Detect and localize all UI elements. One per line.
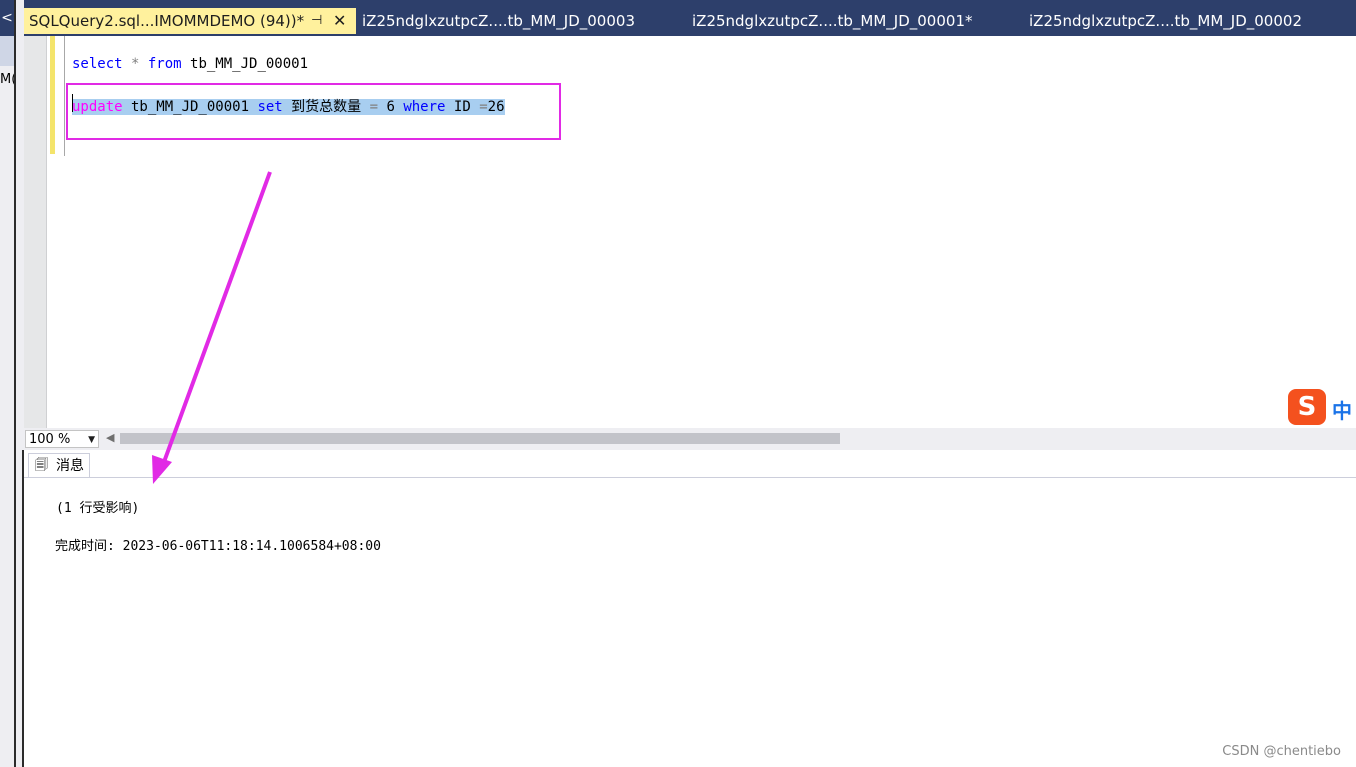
tab-table-00001[interactable]: iZ25ndglxzutpcZ....tb_MM_JD_00001* (692, 8, 972, 34)
rows-affected-text: (1 行受影响) (56, 501, 140, 516)
code-line-select[interactable]: select * from tb_MM_JD_00001 (72, 56, 308, 72)
messages-pane[interactable]: (1 行受影响) 完成时间: 2023-06-06T11:18:14.10065… (24, 478, 1356, 767)
tab-messages[interactable]: 🗐 消息 (28, 453, 90, 477)
scroll-left-icon[interactable]: ◀ (106, 431, 114, 444)
messages-icon: 🗐 (35, 458, 48, 473)
ime-indicator[interactable]: S 中 (1288, 389, 1356, 427)
pin-icon[interactable]: ⊣ (311, 8, 322, 34)
results-tab-strip: 🗐 消息 (24, 450, 1356, 478)
tree-node-fragment[interactable]: M( (0, 72, 14, 87)
zoom-select[interactable]: 100 % ▼ (25, 430, 99, 448)
object-explorer-edge: < M( (0, 0, 24, 767)
collapse-icon[interactable]: < (0, 0, 14, 36)
editor-status-row: 100 % ▼ ◀ (24, 428, 1356, 450)
selected-node-band (0, 36, 14, 66)
horizontal-scrollbar-thumb[interactable] (120, 433, 840, 444)
tab-table-00002[interactable]: iZ25ndglxzutpcZ....tb_MM_JD_00002 (1029, 8, 1302, 34)
chevron-down-icon[interactable]: ▼ (88, 431, 95, 449)
document-tab-bar: SQLQuery2.sql...IMOMMDEMO (94))* ⊣ ✕ iZ2… (24, 0, 1356, 36)
watermark: CSDN @chentiebo (1222, 744, 1341, 759)
keyword: select (72, 56, 123, 72)
tab-table-00003[interactable]: iZ25ndglxzutpcZ....tb_MM_JD_00003 (362, 8, 635, 34)
tab-label: 消息 (56, 458, 84, 474)
tab-sqlquery2[interactable]: SQLQuery2.sql...IMOMMDEMO (94))* ⊣ ✕ (24, 8, 356, 34)
sogou-logo-icon: S (1288, 389, 1326, 425)
completion-time-text: 完成时间: 2023-06-06T11:18:14.1006584+08:00 (55, 539, 381, 554)
outline-line (64, 36, 65, 156)
annotation-box (66, 83, 561, 140)
change-tracking-bar (50, 36, 55, 154)
zoom-value: 100 % (29, 432, 71, 447)
editor-gutter (24, 36, 46, 428)
keyword: from (147, 56, 182, 72)
tab-label: SQLQuery2.sql...IMOMMDEMO (94))* (29, 12, 305, 30)
close-icon[interactable]: ✕ (333, 8, 346, 34)
ime-mode-label: 中 (1332, 399, 1352, 423)
